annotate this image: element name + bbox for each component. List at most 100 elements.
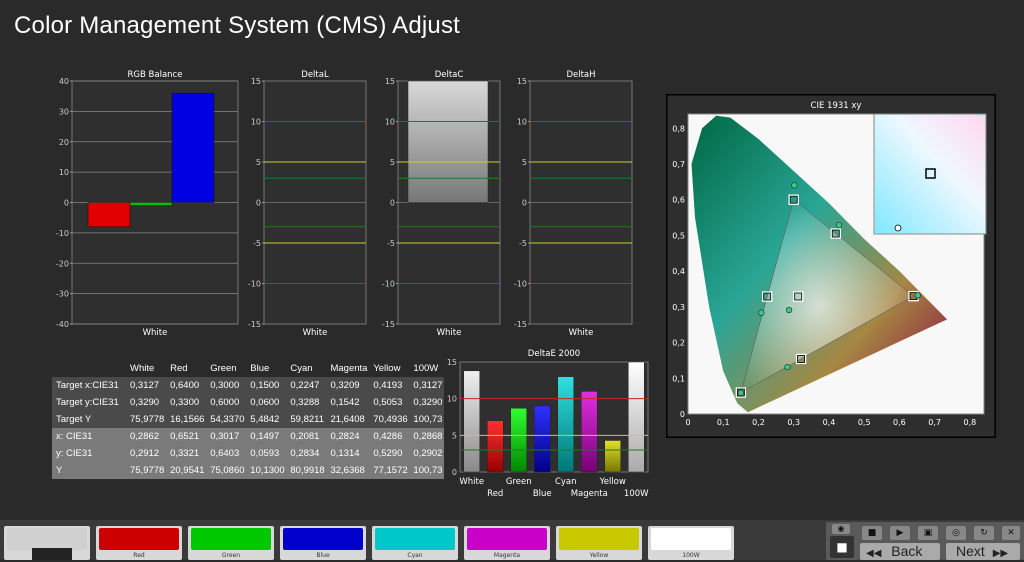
x-tick-label: Blue bbox=[533, 489, 552, 499]
save-icon[interactable]: ▣ bbox=[918, 526, 938, 540]
x-tick-label: White bbox=[437, 328, 462, 338]
table-cell: 75,0860 bbox=[210, 465, 245, 476]
chart-title: DeltaE 2000 bbox=[528, 349, 580, 359]
view-icon[interactable]: ◎ bbox=[946, 526, 966, 540]
stop-small-icon[interactable]: ■ bbox=[862, 526, 882, 540]
y-tick-label: 0 bbox=[452, 468, 457, 477]
table-cell: 0,0593 bbox=[250, 448, 280, 459]
back-arrow-icon: ◀◀ bbox=[866, 548, 882, 559]
y-tick-label: 10 bbox=[59, 168, 69, 177]
table-cell: 0,1542 bbox=[330, 397, 360, 408]
y-tick-label: 0,2 bbox=[672, 339, 685, 348]
chart-title: DeltaL bbox=[301, 70, 329, 80]
x-tick-label: 0,2 bbox=[752, 418, 765, 427]
table-cell: 77,1572 bbox=[373, 465, 408, 476]
swatch-label: 100W bbox=[682, 552, 700, 559]
page-title: Color Management System (CMS) Adjust bbox=[14, 12, 461, 39]
next-button[interactable]: Next ▶▶ bbox=[946, 543, 1020, 560]
y-tick-label: 0 bbox=[256, 199, 261, 208]
y-tick-label: 0,4 bbox=[672, 267, 685, 276]
y-tick-label: 15 bbox=[447, 358, 457, 367]
swatch-yellow[interactable]: Yellow bbox=[556, 526, 642, 560]
table-cell: 0,3017 bbox=[210, 431, 240, 442]
table-cell: 0,2081 bbox=[290, 431, 320, 442]
table-cell: 0,3300 bbox=[170, 397, 200, 408]
table-cell: 100,73 bbox=[413, 465, 443, 476]
y-tick-label: 40 bbox=[59, 77, 69, 86]
swatch-color bbox=[99, 528, 179, 550]
back-button[interactable]: ◀◀ Back bbox=[860, 543, 940, 560]
y-tick-label: 15 bbox=[251, 77, 261, 86]
deltah-chart: DeltaH 15 10 5 0 -5 -10 -15 White bbox=[514, 70, 633, 338]
table-cell: 0,6403 bbox=[210, 448, 240, 459]
settings-icon[interactable]: ✕ bbox=[1002, 526, 1020, 540]
table-row: x: CIE31 0,2862 0,6521 0,3017 0,1497 0,2081 0,… bbox=[52, 428, 444, 445]
y-tick-label: 5 bbox=[452, 431, 457, 440]
deltac-chart: DeltaC 15 10 5 0 -5 -10 -15 White bbox=[382, 70, 501, 338]
table-cell: 0,2902 bbox=[413, 448, 443, 459]
x-tick-label: Cyan bbox=[555, 477, 577, 487]
x-tick-label: White bbox=[143, 328, 168, 338]
y-tick-label: -20 bbox=[56, 259, 69, 268]
table-cell: 0,3290 bbox=[413, 397, 443, 408]
table-cell: 59,8211 bbox=[290, 414, 325, 425]
y-tick-label: 5 bbox=[522, 158, 527, 167]
back-label: Back bbox=[891, 543, 923, 559]
x-tick-label: 0 bbox=[685, 418, 690, 427]
swatch-cyan[interactable]: Cyan bbox=[372, 526, 458, 560]
y-tick-label: -15 bbox=[382, 320, 395, 329]
deltae-2000-chart: DeltaE 2000 15 10 5 0WhiteRedGreenBlueCyan Ma… bbox=[447, 349, 649, 499]
wait-icon bbox=[32, 548, 72, 560]
x-tick-label: 0,5 bbox=[858, 418, 871, 427]
y-tick-label: -5 bbox=[387, 239, 395, 248]
deltal-chart: DeltaL 15 10 5 0 -5 -10 -15 White bbox=[248, 70, 367, 338]
table-cell: 5,4842 bbox=[250, 414, 280, 425]
column-header bbox=[52, 360, 126, 377]
table-cell: 16,1566 bbox=[170, 414, 205, 425]
x-tick-label: Red bbox=[487, 489, 503, 499]
y-tick-label: 15 bbox=[385, 77, 395, 86]
inset-fill bbox=[875, 115, 985, 233]
y-tick-label: 10 bbox=[385, 118, 395, 127]
swatch-red[interactable]: Red bbox=[96, 526, 182, 560]
swatch-label: Red bbox=[133, 552, 145, 559]
y-tick-label: 0,5 bbox=[672, 231, 685, 240]
y-tick-label: 0 bbox=[522, 199, 527, 208]
table-cell: Y bbox=[56, 465, 63, 476]
table-cell: 0,6000 bbox=[210, 397, 240, 408]
x-tick-label: 0,1 bbox=[717, 418, 730, 427]
table-cell: 20,9541 bbox=[170, 465, 205, 476]
y-tick-label: 30 bbox=[59, 107, 69, 116]
chart-title: CIE 1931 xy bbox=[811, 101, 862, 111]
y-tick-label: 5 bbox=[256, 158, 261, 167]
stop-icon[interactable]: ■ bbox=[830, 536, 854, 558]
refresh-icon[interactable]: ↻ bbox=[974, 526, 994, 540]
column-header: Yellow bbox=[373, 363, 401, 374]
swatch-green[interactable]: Green bbox=[188, 526, 274, 560]
swatch-blue[interactable]: Blue bbox=[280, 526, 366, 560]
swatch-color bbox=[467, 528, 547, 550]
bar-blue bbox=[171, 92, 215, 203]
swatch-100w[interactable]: 100W bbox=[648, 526, 734, 560]
bar-red bbox=[487, 420, 504, 473]
table-cell: 0,3127 bbox=[130, 380, 160, 391]
y-tick-label: -40 bbox=[56, 320, 69, 329]
next-arrow-icon: ▶▶ bbox=[992, 548, 1009, 559]
table-row: Target x:CIE31 0,3127 0,6400 0,3000 0,1500 0,… bbox=[52, 377, 444, 394]
measured-marker bbox=[914, 292, 921, 299]
y-tick-label: 0,3 bbox=[672, 303, 685, 312]
x-tick-label: 0,8 bbox=[964, 418, 977, 427]
play-icon[interactable]: ▶ bbox=[890, 526, 910, 540]
swatch-magenta[interactable]: Magenta bbox=[464, 526, 550, 560]
eye-icon[interactable]: ◉ bbox=[832, 524, 850, 534]
swatch-color bbox=[375, 528, 455, 550]
measured-marker bbox=[758, 309, 765, 316]
measured-marker bbox=[835, 221, 843, 229]
table-cell: 32,6368 bbox=[330, 465, 365, 476]
bar-green bbox=[129, 202, 173, 206]
bar-blue bbox=[534, 405, 551, 473]
table-cell: 0,2247 bbox=[290, 380, 320, 391]
next-label: Next bbox=[956, 543, 985, 559]
table-cell: 0,3321 bbox=[170, 448, 200, 459]
x-tick-label: White bbox=[459, 477, 484, 487]
